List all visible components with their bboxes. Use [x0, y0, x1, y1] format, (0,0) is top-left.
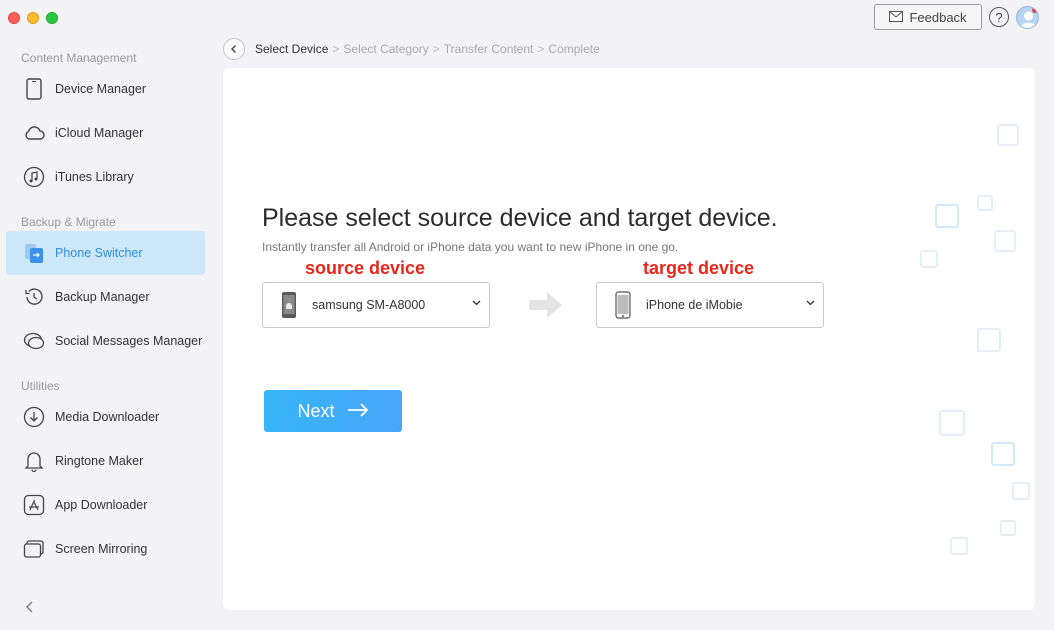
- sidebar-item-phone-switcher[interactable]: Phone Switcher: [6, 231, 205, 275]
- breadcrumb: Select Device > Select Category > Transf…: [223, 38, 600, 60]
- breadcrumb-separator: >: [332, 42, 340, 56]
- chat-bubbles-icon: [22, 329, 46, 353]
- decorative-square: [935, 204, 959, 228]
- decorative-square: [950, 537, 968, 555]
- chevron-left-icon: [231, 45, 236, 53]
- source-device-annotation: source device: [305, 258, 426, 278]
- section-title-backup-migrate: Backup & Migrate: [21, 215, 116, 229]
- envelope-icon: [889, 10, 904, 25]
- sidebar-item-label: App Downloader: [55, 498, 148, 512]
- sidebar-item-social-messages-manager[interactable]: Social Messages Manager: [6, 320, 205, 362]
- chevron-down-icon: [472, 297, 481, 309]
- arrow-right-icon: [347, 401, 369, 422]
- sidebar-item-app-downloader[interactable]: App Downloader: [6, 484, 205, 526]
- clock-backup-icon: [22, 285, 46, 309]
- notification-dot: [1032, 7, 1038, 13]
- target-device-value: iPhone de iMobie: [646, 298, 743, 312]
- feedback-button[interactable]: Feedback: [874, 4, 982, 30]
- minimize-window-button[interactable]: [27, 12, 39, 24]
- close-window-button[interactable]: [8, 12, 20, 24]
- sidebar-item-label: Screen Mirroring: [55, 542, 148, 556]
- breadcrumb-separator: >: [537, 42, 545, 56]
- breadcrumb-step-transfer-content: Transfer Content: [443, 42, 534, 56]
- sidebar-item-backup-manager[interactable]: Backup Manager: [6, 276, 205, 318]
- sidebar-item-label: Ringtone Maker: [55, 454, 144, 468]
- phone-switch-icon: [22, 241, 46, 265]
- page-title: Please select source device and target d…: [262, 204, 778, 232]
- sidebar-item-label: Social Messages Manager: [55, 334, 203, 348]
- sidebar-item-media-downloader[interactable]: Media Downloader: [6, 396, 205, 438]
- decorative-square: [1000, 520, 1016, 536]
- source-device-value: samsung SM-A8000: [312, 298, 426, 312]
- avatar[interactable]: [1016, 6, 1039, 29]
- decorative-square: [1012, 482, 1030, 500]
- sidebar-item-ringtone-maker[interactable]: Ringtone Maker: [6, 440, 205, 482]
- window-controls: [8, 12, 58, 24]
- sidebar-item-label: Media Downloader: [55, 410, 160, 424]
- breadcrumb-step-select-category: Select Category: [343, 42, 429, 56]
- decorative-square: [991, 442, 1015, 466]
- next-button[interactable]: Next: [264, 390, 402, 432]
- section-title-utilities: Utilities: [21, 379, 60, 393]
- decorative-square: [977, 195, 993, 211]
- sidebar-item-label: Device Manager: [55, 82, 147, 96]
- screen-mirror-icon: [22, 537, 46, 561]
- page-subtitle: Instantly transfer all Android or iPhone…: [262, 240, 679, 254]
- sidebar-item-label: iTunes Library: [55, 170, 134, 184]
- chevron-down-icon: [806, 297, 815, 309]
- back-button[interactable]: [223, 38, 245, 60]
- decorative-square: [977, 328, 1001, 352]
- transfer-arrow-icon: [529, 291, 563, 324]
- sidebar-item-label: Phone Switcher: [55, 246, 143, 260]
- sidebar-item-icloud-manager[interactable]: iCloud Manager: [6, 112, 205, 154]
- main-panel: Please select source device and target d…: [223, 68, 1035, 610]
- sidebar-item-itunes-library[interactable]: iTunes Library: [6, 156, 205, 198]
- target-device-select[interactable]: iPhone de iMobie: [596, 282, 824, 328]
- feedback-label: Feedback: [909, 9, 967, 25]
- download-icon: [22, 405, 46, 429]
- sidebar-item-label: Backup Manager: [55, 290, 150, 304]
- sidebar-item-label: iCloud Manager: [55, 126, 144, 140]
- sidebar-item-device-manager[interactable]: Device Manager: [6, 68, 205, 110]
- section-title-content-management: Content Management: [21, 51, 137, 65]
- android-phone-icon: [278, 291, 300, 319]
- help-button[interactable]: ?: [989, 7, 1009, 27]
- next-button-label: Next: [297, 400, 335, 421]
- decorative-square: [939, 410, 965, 436]
- decorative-square: [994, 230, 1016, 252]
- source-device-select[interactable]: samsung SM-A8000: [262, 282, 490, 328]
- music-note-icon: [22, 165, 46, 189]
- iphone-icon: [612, 291, 634, 319]
- breadcrumb-step-select-device: Select Device: [255, 42, 329, 56]
- sidebar: Content Management Device Manager iCloud…: [0, 40, 215, 630]
- target-device-annotation: target device: [643, 258, 755, 278]
- maximize-window-button[interactable]: [46, 12, 58, 24]
- decorative-square: [920, 250, 938, 268]
- cloud-icon: [22, 121, 46, 145]
- breadcrumb-step-complete: Complete: [548, 42, 600, 56]
- breadcrumb-separator: >: [432, 42, 440, 56]
- decorative-square: [997, 124, 1019, 146]
- collapse-sidebar-icon[interactable]: [25, 600, 35, 619]
- app-store-icon: [22, 493, 46, 517]
- sidebar-item-screen-mirroring[interactable]: Screen Mirroring: [6, 528, 205, 570]
- phone-icon: [22, 77, 46, 101]
- bell-icon: [22, 449, 46, 473]
